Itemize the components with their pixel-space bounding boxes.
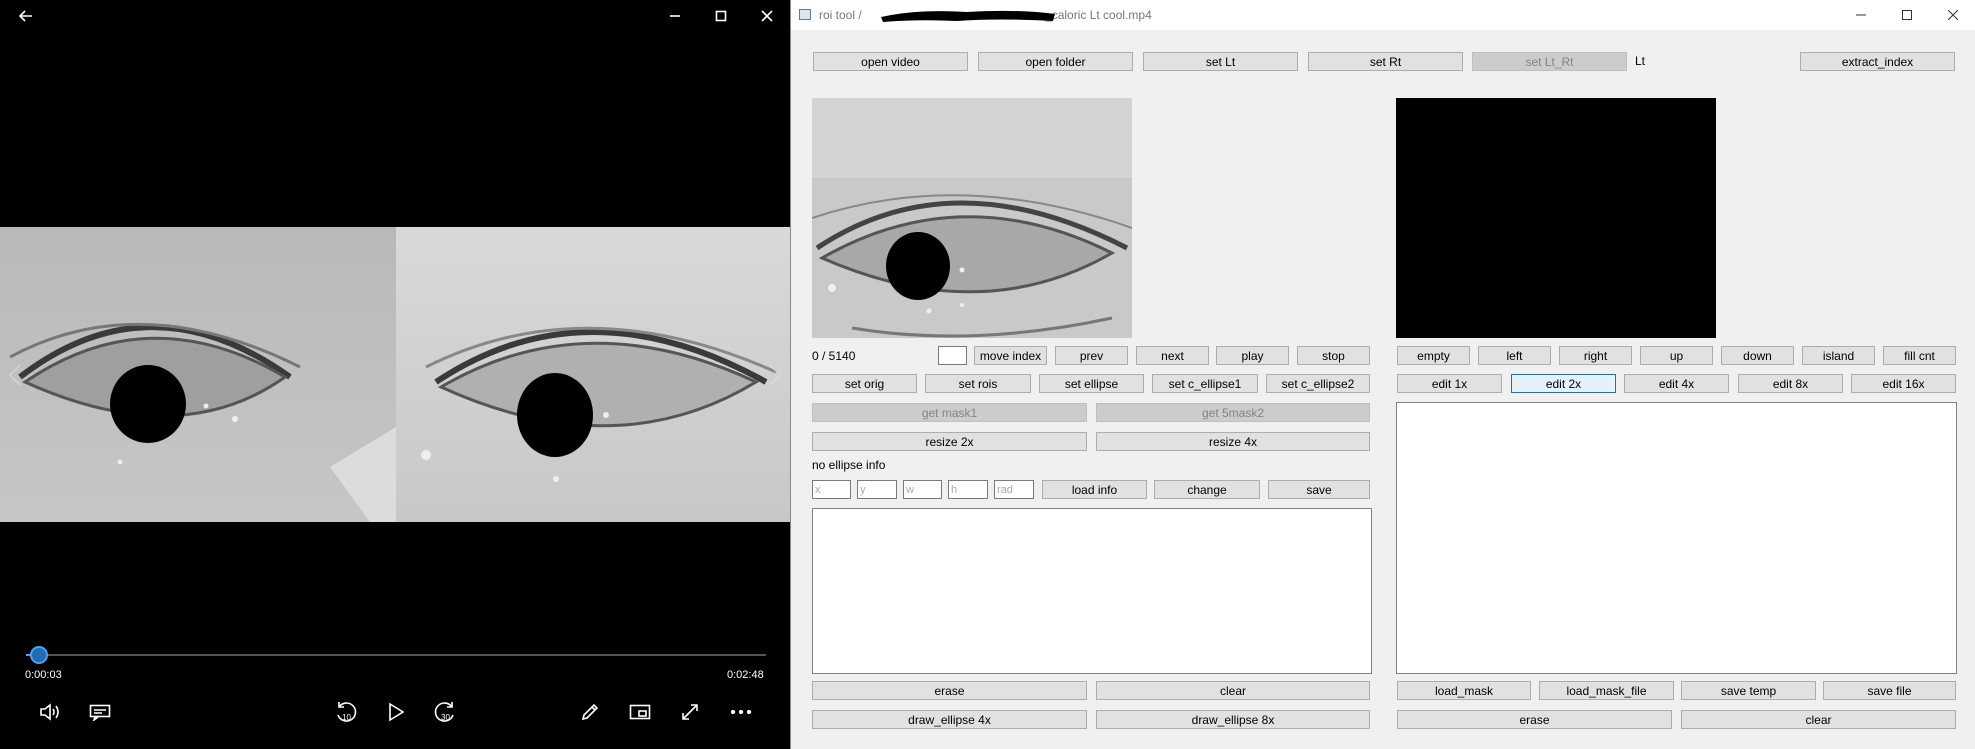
app-icon [799, 9, 811, 20]
edit-8x-button[interactable]: edit 8x [1738, 374, 1843, 393]
right-button[interactable]: right [1559, 346, 1632, 365]
mini-view-icon[interactable] [626, 699, 654, 725]
mask-edit-canvas[interactable] [1396, 402, 1957, 674]
clear-button[interactable]: clear [1096, 681, 1370, 700]
title-bar[interactable]: roi tool / _caloric Lt cool.mp4 [791, 0, 1975, 30]
redaction-mark [881, 10, 1055, 22]
open-video-button[interactable]: open video [813, 52, 968, 71]
more-icon[interactable] [727, 699, 755, 725]
skip-back-icon[interactable]: 10 [331, 697, 361, 727]
load-info-button[interactable]: load info [1042, 480, 1147, 499]
back-arrow-icon[interactable] [14, 6, 38, 26]
move-index-button[interactable]: move index [974, 346, 1047, 365]
extract-index-button[interactable]: extract_index [1800, 52, 1955, 71]
set-rt-button[interactable]: set Rt [1308, 52, 1463, 71]
edit-1x-button[interactable]: edit 1x [1397, 374, 1502, 393]
minimize-icon[interactable] [1838, 0, 1884, 30]
next-arrow-icon[interactable] [764, 363, 784, 387]
video-frame-right-eye [396, 227, 790, 522]
video-player-window: 0:00:03 0:02:48 10 30 [0, 0, 790, 749]
next-button[interactable]: next [1136, 346, 1209, 365]
edit-4x-button[interactable]: edit 4x [1624, 374, 1729, 393]
get-5mask2-button[interactable]: get 5mask2 [1096, 403, 1370, 422]
mask-clear-button[interactable]: clear [1681, 710, 1956, 729]
prev-arrow-icon[interactable] [6, 363, 26, 387]
empty-button[interactable]: empty [1397, 346, 1470, 365]
resize-4x-button[interactable]: resize 4x [1096, 432, 1370, 451]
edit-2x-button[interactable]: edit 2x [1511, 374, 1616, 393]
play-icon[interactable] [381, 697, 411, 727]
save-button[interactable]: save [1268, 480, 1370, 499]
close-icon[interactable] [752, 4, 782, 28]
maximize-icon[interactable] [1884, 0, 1930, 30]
window-title-prefix: roi tool / [819, 8, 866, 22]
open-folder-button[interactable]: open folder [978, 52, 1133, 71]
resize-2x-button[interactable]: resize 2x [812, 432, 1087, 451]
edit-16x-button[interactable]: edit 16x [1851, 374, 1956, 393]
fullscreen-icon[interactable] [676, 699, 704, 725]
ellipse-x-field[interactable] [812, 480, 851, 499]
set-rois-button[interactable]: set rois [925, 374, 1031, 393]
window-title-suffix: _caloric Lt cool.mp4 [1045, 8, 1152, 22]
total-time: 0:02:48 [727, 669, 764, 681]
play-button[interactable]: play [1216, 346, 1289, 365]
save-temp-button[interactable]: save temp [1681, 681, 1816, 700]
seek-bar[interactable] [26, 654, 766, 656]
set-lt-rt-button[interactable]: set Lt_Rt [1472, 52, 1627, 71]
current-time: 0:00:03 [25, 669, 62, 681]
draw-ellipse-4x-button[interactable]: draw_ellipse 4x [812, 710, 1087, 729]
set-orig-button[interactable]: set orig [812, 374, 917, 393]
svg-text:10: 10 [342, 713, 351, 722]
ellipse-info-label: no ellipse info [812, 458, 886, 472]
prev-button[interactable]: prev [1055, 346, 1128, 365]
svg-text:30: 30 [441, 713, 450, 722]
video-frame-left-eye [0, 227, 396, 522]
ellipse-canvas[interactable] [812, 508, 1372, 674]
island-button[interactable]: island [1802, 346, 1875, 365]
down-button[interactable]: down [1721, 346, 1794, 365]
ellipse-h-field[interactable] [948, 480, 988, 499]
seek-thumb[interactable] [30, 646, 49, 664]
roi-preview-image[interactable] [812, 98, 1132, 338]
pen-icon[interactable] [576, 699, 604, 725]
mask-preview-image[interactable] [1396, 98, 1716, 338]
side-label: Lt [1635, 54, 1646, 68]
stop-button[interactable]: stop [1297, 346, 1370, 365]
index-input[interactable] [938, 346, 967, 365]
set-c-ellipse2-button[interactable]: set c_ellipse2 [1266, 374, 1370, 393]
maximize-icon[interactable] [706, 4, 736, 28]
set-lt-button[interactable]: set Lt [1143, 52, 1298, 71]
minimize-icon[interactable] [660, 4, 690, 28]
draw-ellipse-8x-button[interactable]: draw_ellipse 8x [1096, 710, 1370, 729]
fill-cnt-button[interactable]: fill cnt [1883, 346, 1956, 365]
load-mask-file-button[interactable]: load_mask_file [1539, 681, 1674, 700]
volume-icon[interactable] [36, 699, 64, 725]
subtitles-icon[interactable] [86, 699, 114, 725]
roi-tool-window: roi tool / _caloric Lt cool.mp4 open vid… [790, 0, 1975, 749]
load-mask-button[interactable]: load_mask [1397, 681, 1531, 700]
ellipse-rad-field[interactable] [994, 480, 1034, 499]
frame-counter: 0 / 5140 [812, 349, 856, 363]
left-button[interactable]: left [1478, 346, 1551, 365]
up-button[interactable]: up [1640, 346, 1713, 365]
ellipse-y-field[interactable] [857, 480, 897, 499]
set-ellipse-button[interactable]: set ellipse [1039, 374, 1144, 393]
save-file-button[interactable]: save file [1823, 681, 1956, 700]
close-icon[interactable] [1930, 0, 1975, 30]
ellipse-w-field[interactable] [903, 480, 942, 499]
set-c-ellipse1-button[interactable]: set c_ellipse1 [1152, 374, 1258, 393]
mask-erase-button[interactable]: erase [1397, 710, 1672, 729]
change-button[interactable]: change [1154, 480, 1260, 499]
skip-forward-icon[interactable]: 30 [430, 697, 460, 727]
get-mask1-button[interactable]: get mask1 [812, 403, 1087, 422]
erase-button[interactable]: erase [812, 681, 1087, 700]
